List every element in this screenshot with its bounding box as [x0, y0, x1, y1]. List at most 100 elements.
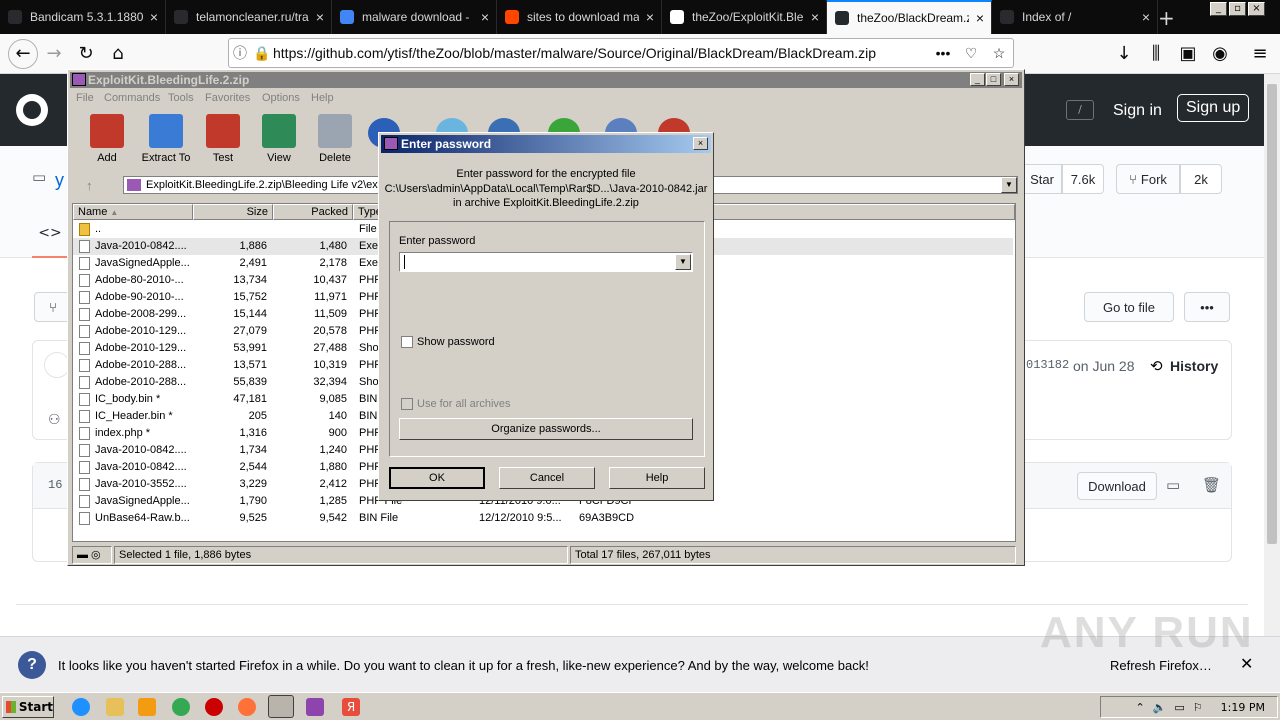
- browser-tab[interactable]: Bandicam 5.3.1.1880 ×: [0, 0, 166, 34]
- trash-icon[interactable]: 🗑: [1202, 476, 1221, 494]
- yandex-icon[interactable]: Я: [342, 698, 360, 716]
- toolbar-delete-button[interactable]: Delete: [305, 114, 365, 164]
- bookmark-star-icon[interactable]: ☆: [985, 45, 1013, 62]
- fork-button[interactable]: ⑂ Fork: [1116, 164, 1180, 194]
- expand-tray-icon[interactable]: ⌃: [1135, 701, 1144, 714]
- more-options-button[interactable]: •••: [1184, 292, 1230, 322]
- browser-tab[interactable]: theZoo/ExploitKit.Ble ×: [662, 0, 827, 34]
- browser-tab[interactable]: Index of / ×: [992, 0, 1158, 34]
- url-bar[interactable]: ⓘ 🔒 https://github.com/ytisf/theZoo/blob…: [228, 38, 1014, 68]
- dialog-title-bar[interactable]: Enter password: [381, 135, 711, 153]
- account-icon[interactable]: ◉: [1206, 40, 1234, 68]
- menu-item[interactable]: Favorites: [205, 92, 250, 104]
- tab-close-icon[interactable]: ×: [474, 9, 496, 25]
- history-link[interactable]: History: [1170, 358, 1218, 374]
- menu-icon[interactable]: ≡: [1246, 40, 1274, 68]
- winrar-minimize-button[interactable]: _: [970, 73, 985, 86]
- new-tab-button[interactable]: +: [1158, 6, 1175, 30]
- forward-arrow-icon[interactable]: →: [40, 40, 68, 68]
- pocket-icon[interactable]: ♡: [957, 45, 985, 62]
- winrar-maximize-button[interactable]: □: [986, 73, 1001, 86]
- show-password-label[interactable]: Show password: [417, 336, 495, 348]
- restore-button[interactable]: ▫: [1229, 2, 1246, 16]
- password-input[interactable]: ▼: [399, 252, 693, 272]
- browser-tab[interactable]: sites to download ma ×: [497, 0, 662, 34]
- start-button[interactable]: Start: [2, 696, 54, 718]
- tab-code[interactable]: <>: [32, 224, 68, 258]
- commit-hash[interactable]: 013182: [1026, 358, 1069, 372]
- toolbar-extract-to-button[interactable]: Extract To: [136, 114, 196, 164]
- page-actions-icon[interactable]: •••: [929, 45, 957, 61]
- tab-close-icon[interactable]: ×: [309, 9, 331, 25]
- path-dropdown-arrow[interactable]: ▼: [1001, 177, 1017, 193]
- flag-icon[interactable]: ⚐: [1193, 701, 1203, 714]
- github-logo-icon[interactable]: [16, 94, 48, 126]
- app-icon[interactable]: [306, 698, 324, 716]
- library-icon[interactable]: ⫼: [1142, 40, 1170, 68]
- sign-in-link[interactable]: Sign in: [1113, 102, 1162, 120]
- browser-tab[interactable]: theZoo/BlackDream.zi ×: [827, 0, 992, 34]
- desktop-icon[interactable]: ▭: [1166, 476, 1180, 494]
- page-scrollbar[interactable]: [1264, 74, 1280, 636]
- file-row[interactable]: UnBase64-Raw.b... 9,525 9,542 BIN File 12/12…: [73, 510, 1013, 527]
- toolbar-test-button[interactable]: Test: [193, 114, 253, 164]
- url-text[interactable]: https://github.com/ytisf/theZoo/blob/mas…: [273, 45, 929, 61]
- close-window-button[interactable]: ×: [1248, 2, 1265, 16]
- media-player-icon[interactable]: [138, 698, 156, 716]
- opera-icon[interactable]: [205, 698, 223, 716]
- use-for-all-checkbox[interactable]: [401, 398, 413, 410]
- dialog-close-button[interactable]: ×: [693, 137, 708, 150]
- organize-passwords-button[interactable]: Organize passwords...: [399, 418, 693, 440]
- home-icon[interactable]: ⌂: [104, 40, 132, 68]
- show-password-checkbox[interactable]: [401, 336, 413, 348]
- star-count[interactable]: 7.6k: [1062, 164, 1104, 194]
- folder-icon[interactable]: [106, 698, 124, 716]
- refresh-firefox-button[interactable]: Refresh Firefox…: [1110, 658, 1212, 673]
- network-icon[interactable]: ▭: [1174, 701, 1184, 714]
- back-arrow-icon[interactable]: ←: [8, 39, 38, 69]
- tab-close-icon[interactable]: ×: [1135, 9, 1157, 25]
- browser-tab[interactable]: telamoncleaner.ru/tracker×: [166, 0, 332, 34]
- clock[interactable]: 1:19 PM: [1221, 701, 1265, 714]
- star-button[interactable]: Star: [1022, 164, 1062, 194]
- firefox-icon[interactable]: [238, 698, 256, 716]
- winrar-title-bar[interactable]: ExploitKit.BleedingLife.2.zip: [70, 72, 1022, 88]
- menu-item[interactable]: Commands: [104, 92, 160, 104]
- tab-favicon-icon: [340, 10, 354, 24]
- winrar-taskbar-icon[interactable]: [268, 695, 294, 718]
- volume-icon[interactable]: 🔈: [1153, 701, 1167, 714]
- menu-item[interactable]: Tools: [168, 92, 194, 104]
- menu-item[interactable]: File: [76, 92, 94, 104]
- downloads-icon[interactable]: ↓: [1110, 40, 1138, 68]
- menu-item[interactable]: Help: [311, 92, 334, 104]
- system-tray: ⌃ 🔈 ▭ ⚐ 1:19 PM: [1100, 696, 1278, 718]
- go-to-file-button[interactable]: Go to file: [1084, 292, 1174, 322]
- sidebar-icon[interactable]: ▣: [1174, 40, 1202, 68]
- chrome-icon[interactable]: [172, 698, 190, 716]
- up-folder-icon[interactable]: ↑: [86, 178, 93, 193]
- winrar-close-button[interactable]: ×: [1004, 73, 1019, 86]
- help-button[interactable]: Help: [609, 467, 705, 489]
- column-size[interactable]: Size: [193, 204, 273, 220]
- tab-close-icon[interactable]: ×: [639, 9, 661, 25]
- repo-owner-link[interactable]: y: [55, 170, 64, 191]
- password-dropdown-arrow[interactable]: ▼: [675, 254, 691, 270]
- toolbar-view-button[interactable]: View: [249, 114, 309, 164]
- fork-count[interactable]: 2k: [1180, 164, 1222, 194]
- ok-button[interactable]: OK: [389, 467, 485, 489]
- download-button[interactable]: Download: [1077, 472, 1157, 500]
- menu-item[interactable]: Options: [262, 92, 300, 104]
- info-icon[interactable]: ⓘ: [229, 43, 251, 63]
- minimize-button[interactable]: _: [1210, 2, 1227, 16]
- tab-close-icon[interactable]: ×: [143, 9, 165, 25]
- toolbar-add-button[interactable]: Add: [77, 114, 137, 164]
- column-name[interactable]: Name ▲: [73, 204, 193, 220]
- cancel-button[interactable]: Cancel: [499, 467, 595, 489]
- sign-up-button[interactable]: Sign up: [1177, 94, 1250, 122]
- column-packed[interactable]: Packed: [273, 204, 353, 220]
- tab-close-icon[interactable]: ×: [969, 10, 991, 26]
- ie-icon[interactable]: [72, 698, 90, 716]
- reload-icon[interactable]: ↻: [72, 40, 100, 68]
- tab-close-icon[interactable]: ×: [804, 9, 826, 25]
- browser-tab[interactable]: malware download - ×: [332, 0, 497, 34]
